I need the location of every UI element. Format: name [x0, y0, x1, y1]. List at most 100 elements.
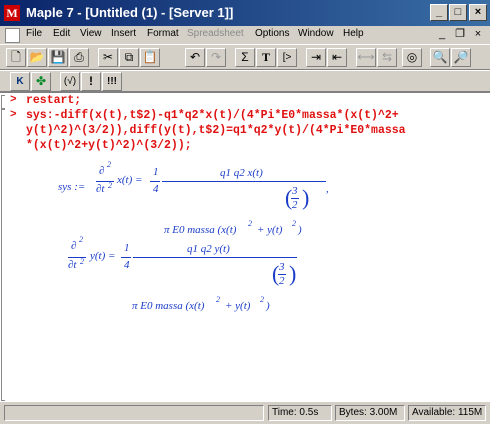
menu-spreadsheet[interactable]: Spreadsheet: [187, 28, 244, 39]
math-text: 2: [260, 295, 264, 304]
output-label: sys :=: [58, 181, 86, 193]
menu-bar: File Edit View Insert Format Spreadsheet…: [0, 26, 490, 44]
math-text: π E0 massa (x(t): [164, 224, 237, 236]
sigma-icon[interactable]: Σ: [235, 48, 255, 67]
mdi-minimize-button[interactable]: _: [435, 27, 449, 41]
time-status: Time: 0.5s: [268, 405, 332, 421]
menu-view[interactable]: View: [80, 28, 102, 39]
status-bar: Time: 0.5s Bytes: 3.00M Available: 115M: [0, 402, 490, 424]
math-text: 2: [79, 235, 83, 244]
input-line[interactable]: restart;: [26, 94, 81, 107]
document-icon[interactable]: [5, 28, 20, 43]
mdi-restore-button[interactable]: ❐: [453, 27, 467, 41]
window-title: Maple 7 - [Untitled (1) - [Server 1]]: [26, 5, 234, 20]
title-bar[interactable]: M Maple 7 - [Untitled (1) - [Server 1]] …: [0, 0, 490, 26]
menu-options[interactable]: Options: [255, 28, 289, 39]
math-text: 2: [107, 160, 111, 169]
status-message: [4, 405, 264, 421]
paste-icon[interactable]: 📋: [140, 48, 160, 67]
math-text: 4: [153, 183, 159, 195]
time-value: 0.5s: [299, 407, 319, 418]
bytes-label: Bytes:: [339, 407, 367, 418]
math-text: 2: [279, 275, 285, 287]
execute-group-icon[interactable]: !: [81, 72, 101, 91]
open-folder-icon[interactable]: 📂: [27, 48, 47, 67]
input-line[interactable]: sys:-diff(x(t),t$2)-q1*q2*x(t)/(4*Pi*E0*…: [26, 109, 399, 122]
math-text: 4: [124, 259, 130, 271]
copy-icon[interactable]: ⧉: [119, 48, 139, 67]
menu-help[interactable]: Help: [343, 28, 364, 39]
indent-icon[interactable]: ⇥: [306, 48, 326, 67]
save-icon[interactable]: 💾: [48, 48, 68, 67]
math-text: ): [298, 224, 302, 236]
math-text: π E0 massa (x(t): [132, 300, 205, 312]
maple-leaf-icon[interactable]: ✤: [31, 72, 51, 91]
time-label: Time:: [272, 407, 297, 418]
group-bracket[interactable]: [1, 95, 5, 109]
stop-icon[interactable]: ⇆: [377, 48, 397, 67]
math-text: 3: [279, 261, 285, 273]
outdent-icon[interactable]: ⇤: [327, 48, 347, 67]
interrupt-icon[interactable]: ◎: [402, 48, 422, 67]
math-text: y(t) =: [90, 250, 116, 262]
maple-window: M Maple 7 - [Untitled (1) - [Server 1]] …: [0, 0, 490, 424]
prompt-symbol: >: [10, 109, 17, 121]
math-text: ∂: [71, 240, 77, 252]
math-text: 3: [292, 185, 298, 197]
execute-icon[interactable]: ⟷: [356, 48, 376, 67]
math-text: ∂: [99, 165, 105, 177]
math-text: ∂t: [96, 183, 105, 195]
math-text: x(t) =: [117, 174, 143, 186]
available-value: 115M: [457, 407, 483, 418]
group-bracket[interactable]: [1, 109, 5, 401]
text-mode-icon[interactable]: T: [256, 48, 276, 67]
fraction-bar: [150, 181, 160, 182]
mdi-close-button[interactable]: ×: [471, 27, 485, 41]
math-text: 1: [124, 242, 130, 254]
math-text: 2: [248, 219, 252, 228]
redo-icon[interactable]: ↷: [206, 48, 226, 67]
new-document-icon[interactable]: 🗋: [6, 48, 26, 67]
input-line[interactable]: y(t)^2)^(3/2)),diff(y(t),t$2)=q1*q2*y(t)…: [26, 124, 406, 137]
math-text: 2: [292, 219, 296, 228]
menu-window[interactable]: Window: [298, 28, 334, 39]
execute-all-icon[interactable]: !!!: [102, 72, 122, 91]
maple-app-icon[interactable]: M: [4, 5, 20, 21]
math-text: 1: [153, 166, 159, 178]
math-text: + y(t): [257, 224, 283, 236]
minimize-button[interactable]: _: [430, 4, 448, 21]
math-text: ,: [326, 183, 329, 195]
check-syntax-icon[interactable]: (√): [60, 72, 80, 91]
bytes-value: 3.00M: [369, 407, 398, 418]
math-text: 2: [216, 295, 220, 304]
cut-icon[interactable]: ✂: [98, 48, 118, 67]
menu-file[interactable]: File: [26, 28, 42, 39]
fraction-bar: [133, 257, 297, 258]
worksheet[interactable]: > restart; > sys:-diff(x(t),t$2)-q1*q2*x…: [0, 92, 490, 402]
prompt-symbol: >: [10, 94, 17, 106]
insert-input-icon[interactable]: [>: [277, 48, 297, 67]
bytes-status: Bytes: 3.00M: [335, 405, 405, 421]
main-toolbar: 🗋 📂 💾 ⎙ ✂ ⧉ 📋 ↶ ↷ Σ T [> ⇥ ⇤ ⟷ ⇆ ◎ 🔍 🔎: [0, 44, 490, 70]
math-text: ): [266, 300, 270, 312]
menu-format[interactable]: Format: [147, 28, 179, 39]
math-text: 2: [292, 199, 298, 211]
math-text: 2: [80, 257, 84, 266]
zoom-out-icon[interactable]: 🔎: [451, 48, 471, 67]
zoom-in-icon[interactable]: 🔍: [430, 48, 450, 67]
math-text: + y(t): [225, 300, 251, 312]
maximize-button[interactable]: □: [449, 4, 467, 21]
math-text: 2: [108, 181, 112, 190]
menu-edit[interactable]: Edit: [53, 28, 70, 39]
math-text: q1 q2 x(t): [220, 167, 263, 179]
close-button[interactable]: ×: [469, 4, 487, 21]
input-line[interactable]: *(x(t)^2+y(t)^2)^(3/2));: [26, 139, 192, 152]
undo-icon[interactable]: ↶: [185, 48, 205, 67]
math-text: ): [289, 261, 297, 286]
context-toolbar: K ✤ (√) ! !!!: [0, 70, 490, 92]
math-text: q1 q2 y(t): [187, 243, 230, 255]
available-status: Available: 115M: [408, 405, 486, 421]
print-icon[interactable]: ⎙: [69, 48, 89, 67]
k-toggle-icon[interactable]: K: [10, 72, 30, 91]
menu-insert[interactable]: Insert: [111, 28, 136, 39]
